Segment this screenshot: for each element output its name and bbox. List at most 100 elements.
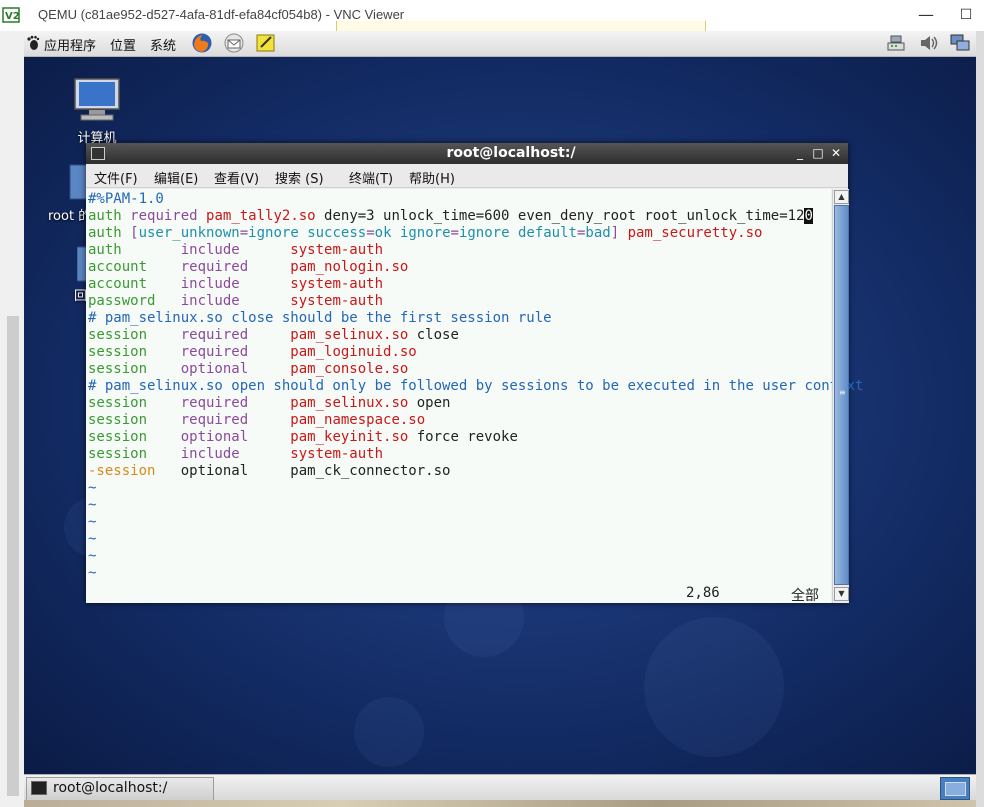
- menu-file[interactable]: 文件(F): [94, 168, 138, 187]
- terminal-line: ~: [88, 514, 96, 531]
- terminal-line: ~: [88, 531, 96, 548]
- terminal-line: ~: [88, 565, 96, 582]
- cursor-position: 2,86: [686, 585, 720, 601]
- terminal-text-segment: ignore: [458, 225, 510, 241]
- terminal-line: # pam_selinux.so open should only be fol…: [88, 378, 863, 395]
- terminal-title: root@localhost:/: [446, 145, 576, 161]
- mail-client-icon[interactable]: [223, 32, 245, 54]
- terminal-text-segment: [: [121, 225, 139, 241]
- terminal-menubar: 文件(F) 编辑(E) 查看(V) 搜索 (S) 终端(T) 帮助(H): [86, 164, 848, 188]
- terminal-text-segment: include: [180, 242, 291, 258]
- vnc-app-icon: V2: [2, 7, 20, 23]
- terminal-line: auth required pam_tally2.so deny=3 unloc…: [88, 208, 813, 225]
- terminal-text-segment: ~: [88, 565, 97, 581]
- volume-icon[interactable]: [918, 32, 940, 54]
- terminal-text-segment: =: [239, 225, 249, 241]
- terminal-text-segment: account: [88, 259, 181, 275]
- scroll-down-arrow-icon[interactable]: ▼: [834, 587, 849, 601]
- terminal-scrollbar[interactable]: ▲ ≡ ▼: [832, 189, 849, 603]
- terminal-text-segment: default: [517, 225, 577, 241]
- terminal-text-segment: required: [130, 208, 198, 224]
- vnc-vertical-scrollbar[interactable]: [7, 316, 19, 796]
- menu-help[interactable]: 帮助(H): [409, 168, 455, 187]
- terminal-text-segment: auth: [88, 242, 181, 258]
- terminal-text-segment: success: [307, 225, 367, 241]
- terminal-text-segment: deny=3 unlock_time=600 even_deny_root ro…: [315, 208, 805, 224]
- terminal-text-segment: pam_tally2.so: [206, 208, 316, 224]
- terminal-titlebar[interactable]: root@localhost:/ _ □ ✕: [86, 143, 848, 164]
- terminal-text-segment: ~: [88, 531, 97, 547]
- terminal-text-segment: pam_console.so: [290, 361, 409, 377]
- menu-terminal[interactable]: 终端(T): [349, 168, 393, 187]
- terminal-line: session required pam_selinux.so close: [88, 327, 459, 344]
- terminal-text-segment: pam_nologin.so: [290, 259, 409, 275]
- network-icon[interactable]: [885, 32, 907, 54]
- menu-places[interactable]: 位置: [110, 35, 136, 54]
- guest-top-panel: 应用程序 位置 系统: [24, 31, 976, 57]
- terminal-line: session required pam_selinux.so open: [88, 395, 450, 412]
- terminal-text-segment: force revoke: [408, 429, 518, 445]
- terminal-text-segment: ]: [610, 225, 628, 241]
- vnc-maximize-button[interactable]: ☐: [954, 3, 978, 27]
- menu-edit[interactable]: 编辑(E): [154, 168, 198, 187]
- taskbar-button-label: root@localhost:/: [53, 780, 168, 796]
- scrollbar-grip-icon: ≡: [839, 388, 846, 397]
- desktop-bottom-strip: [24, 800, 976, 807]
- terminal-maximize-button[interactable]: □: [810, 144, 826, 162]
- notes-icon[interactable]: [255, 32, 277, 54]
- terminal-text-segment: session: [88, 327, 181, 343]
- terminal-line: ~: [88, 497, 96, 514]
- firefox-icon[interactable]: [191, 32, 213, 54]
- taskbar-terminal-button[interactable]: root@localhost:/: [26, 777, 214, 801]
- terminal-line: auth include system-auth: [88, 242, 383, 259]
- computer-icon: [74, 78, 120, 121]
- terminal-text-segment: ignore: [399, 225, 451, 241]
- bottom-taskbar: root@localhost:/: [24, 774, 976, 801]
- terminal-text-segment: required: [180, 327, 291, 343]
- menu-system[interactable]: 系统: [150, 35, 176, 54]
- terminal-text-segment: password: [88, 293, 181, 309]
- terminal-text-segment: pam_loginuid.so: [290, 344, 417, 360]
- terminal-icon: [31, 781, 47, 795]
- terminal-line: account include system-auth: [88, 276, 383, 293]
- terminal-line: session include system-auth: [88, 446, 383, 463]
- terminal-text-segment: bad: [585, 225, 611, 241]
- terminal-text-segment: #%PAM-1.0: [88, 191, 164, 207]
- scroll-up-arrow-icon[interactable]: ▲: [834, 190, 849, 204]
- terminal-text-segment: ~: [88, 514, 97, 530]
- desktop-icon-computer[interactable]: 计算机: [64, 77, 130, 146]
- terminal-text-segment: system-auth: [290, 293, 384, 309]
- scrollbar-thumb[interactable]: ≡: [834, 205, 849, 585]
- terminal-text-segment: ~: [88, 480, 97, 496]
- terminal-text-segment: required: [180, 259, 291, 275]
- terminal-text-segment: ~: [88, 497, 97, 513]
- terminal-text-segment: pam_securetty.so: [627, 225, 763, 241]
- terminal-minimize-button[interactable]: _: [792, 144, 808, 162]
- terminal-text-segment: session: [88, 429, 181, 445]
- terminal-text-segment: pam_namespace.so: [290, 412, 426, 428]
- terminal-close-button[interactable]: ✕: [828, 144, 844, 162]
- menu-view[interactable]: 查看(V): [214, 168, 259, 187]
- gnome-foot-icon: [27, 35, 40, 50]
- terminal-line: ~: [88, 548, 96, 565]
- terminal-text-segment: # pam_selinux.so close should be the fir…: [88, 310, 552, 326]
- terminal-text-segment: session: [88, 344, 181, 360]
- terminal-text-segment: =: [450, 225, 459, 241]
- terminal-text-segment: open: [408, 395, 451, 411]
- terminal-screen[interactable]: #%PAM-1.0 auth required pam_tally2.so den…: [86, 189, 863, 604]
- workspace-switcher[interactable]: [940, 777, 970, 800]
- display-icon[interactable]: [949, 32, 971, 54]
- terminal-text-segment: account: [88, 276, 181, 292]
- menu-search[interactable]: 搜索 (S): [275, 168, 324, 187]
- terminal-line: session required pam_loginuid.so: [88, 344, 417, 361]
- terminal-window[interactable]: root@localhost:/ _ □ ✕ 文件(F) 编辑(E) 查看(V)…: [86, 143, 863, 604]
- terminal-text-segment: ~: [88, 548, 97, 564]
- terminal-line: account required pam_nologin.so: [88, 259, 408, 276]
- terminal-text-segment: auth: [88, 225, 122, 241]
- vnc-minimize-button[interactable]: —: [914, 3, 938, 27]
- terminal-text-segment: optional: [180, 429, 291, 445]
- terminal-line: #%PAM-1.0: [88, 191, 164, 208]
- menu-applications[interactable]: 应用程序: [44, 35, 96, 54]
- terminal-text-segment: session: [88, 446, 181, 462]
